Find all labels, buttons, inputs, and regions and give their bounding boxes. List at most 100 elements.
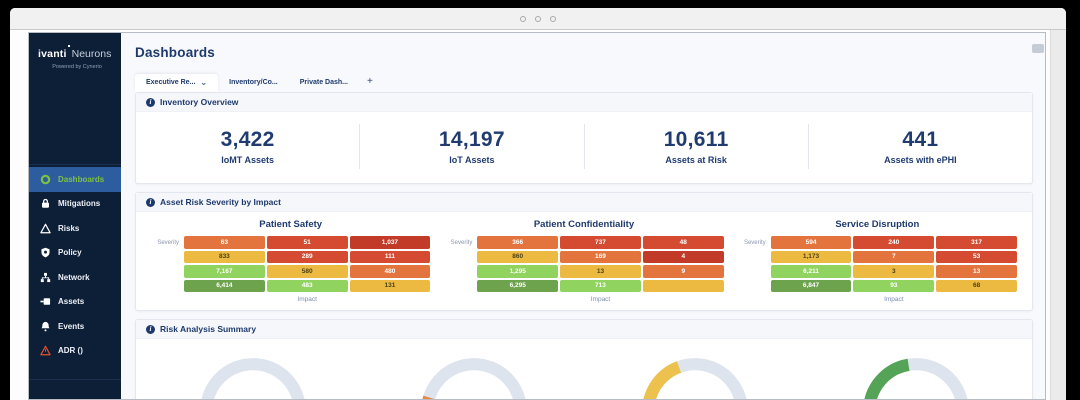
- logo-wordmark: ivanti Neurons: [38, 44, 115, 62]
- heatmap-cell[interactable]: 737: [560, 236, 641, 249]
- heatmap-cell[interactable]: 860: [477, 250, 559, 263]
- inventory-stats: 3,422 IoMT Assets 14,197 IoT Assets 10,611 As…: [136, 112, 1032, 183]
- sidebar-item-mitigations[interactable]: Mitigations: [29, 192, 121, 217]
- impact-axis-label: Impact: [590, 296, 611, 303]
- heatmap-title: Patient Confidentiality: [533, 219, 635, 230]
- heatmap-service-disruption: Service Disruption Severity 594 240 317 1,173…: [731, 219, 1024, 305]
- heatmap-cell[interactable]: 131: [349, 279, 431, 292]
- sidebar-item-events[interactable]: Events: [29, 314, 121, 339]
- stat-iot-assets: 14,197 IoT Assets: [359, 124, 583, 169]
- heatmap-cell[interactable]: 289: [266, 250, 348, 263]
- heatmap-cell[interactable]: 833: [184, 250, 265, 263]
- heatmap-cell[interactable]: 7: [853, 250, 935, 263]
- heatmap-cell[interactable]: 13: [936, 265, 1017, 278]
- browser-window: ivanti Neurons Powered by Cynerio Dashboa…: [10, 8, 1066, 400]
- heatmap-cell[interactable]: 3: [853, 265, 935, 278]
- info-icon: i: [146, 197, 155, 207]
- heatmap-cell[interactable]: 1,037: [349, 236, 431, 249]
- sidebar-item-policy[interactable]: Policy: [29, 241, 121, 266]
- section-title: Inventory Overview: [160, 97, 239, 107]
- sidebar-item-label: Network: [58, 272, 90, 282]
- heatmap-cell[interactable]: 13: [560, 265, 641, 278]
- sidebar-nav: Dashboards Mitigations Risks Policy Network A…: [29, 164, 121, 363]
- tab-private-dash[interactable]: Private Dash...: [289, 74, 359, 92]
- heatmap-row: Patient Safety Severity 63 51 1,037 833 289 111…: [136, 212, 1032, 310]
- info-icon: i: [146, 97, 155, 107]
- heatmap-cell[interactable]: 9: [642, 265, 724, 278]
- logo-dot: [67, 45, 70, 47]
- inventory-overview-header: i Inventory Overview: [136, 93, 1032, 112]
- sidebar-item-label: Events: [58, 321, 85, 331]
- tab-executive-re[interactable]: Executive Re... ⌄: [135, 74, 219, 92]
- heatmap-cell[interactable]: 594: [770, 236, 852, 249]
- window-control-dot: [520, 15, 526, 22]
- heatmap-cell[interactable]: 480: [349, 265, 431, 278]
- severity-axis-label: Severity: [450, 240, 473, 246]
- device-icon: [40, 296, 51, 307]
- stat-assets-at-risk: 10,611 Assets at Risk: [583, 124, 808, 169]
- chat-bubble-icon[interactable]: [1032, 44, 1044, 53]
- stat-value: 3,422: [220, 128, 275, 151]
- heatmap-cell[interactable]: 53: [936, 250, 1017, 263]
- heatmap-cell[interactable]: 93: [853, 279, 935, 292]
- tab-label: Executive Re...: [146, 79, 196, 86]
- add-tab-button[interactable]: +: [359, 72, 381, 92]
- sidebar-item-risks[interactable]: Risks: [29, 216, 121, 241]
- logo-ivanti: ivanti: [38, 48, 67, 60]
- sidebar-item-network[interactable]: Network: [29, 265, 121, 290]
- sidebar-item-assets[interactable]: Assets: [29, 290, 121, 315]
- stat-label: Assets with ePHI: [884, 155, 957, 165]
- dashboard-icon: [40, 174, 51, 185]
- heatmap-cell[interactable]: 1,295: [477, 265, 559, 278]
- heatmap-cell[interactable]: 51: [266, 236, 348, 249]
- bell-icon: [40, 321, 51, 332]
- stat-label: Assets at Risk: [665, 155, 727, 165]
- heatmap-cell[interactable]: 713: [560, 279, 641, 292]
- main-content: Dashboards Executive Re... ⌄ Inventory/Co.…: [121, 33, 1045, 399]
- heatmap-cell[interactable]: 68: [936, 279, 1017, 292]
- heatmap-cell[interactable]: 580: [266, 265, 348, 278]
- gauge-high: 3,6420HIGH38,983: [363, 352, 584, 399]
- heatmap-cell[interactable]: 6,295: [477, 279, 559, 292]
- heatmap-cell[interactable]: [642, 279, 724, 292]
- logo-subtitle: Powered by Cynerio: [52, 64, 102, 70]
- heatmap-cell[interactable]: 317: [936, 236, 1017, 249]
- heatmap-title: Patient Safety: [259, 219, 323, 230]
- tab-label: Private Dash...: [299, 79, 348, 86]
- stat-value: 10,611: [663, 128, 729, 151]
- tab-label: +: [367, 76, 373, 87]
- heatmap-cell[interactable]: 4: [642, 250, 724, 263]
- heatmap-cell[interactable]: 7,167: [184, 265, 265, 278]
- page-title: Dashboards: [135, 45, 216, 60]
- gauge-arc: [201, 358, 304, 399]
- gauge-medium: 15,1390MEDIUM38,983: [584, 352, 805, 399]
- severity-axis-label: Severity: [157, 240, 179, 246]
- severity-axis-label: Severity: [743, 240, 766, 246]
- shield-icon: [40, 247, 51, 258]
- heatmap-cell[interactable]: 483: [266, 279, 348, 292]
- heatmap-cell[interactable]: 169: [560, 250, 641, 263]
- heatmap-cell[interactable]: 48: [642, 236, 724, 249]
- app-window: ivanti Neurons Powered by Cynerio Dashboa…: [28, 32, 1046, 400]
- tab-inventory-co[interactable]: Inventory/Co...: [218, 74, 289, 92]
- sidebar-item-label: Assets: [58, 297, 85, 307]
- heatmap-cell[interactable]: 366: [477, 236, 559, 249]
- heatmap-cell[interactable]: 1,173: [770, 250, 852, 263]
- heatmap-cell[interactable]: 111: [349, 250, 431, 263]
- heatmap-cell[interactable]: 6,847: [770, 279, 852, 292]
- sidebar-item-adr[interactable]: ADR (): [29, 339, 121, 364]
- gauge-row: 2,7110CRITICAL38,9833,6420HIGH38,98315,1…: [136, 339, 1032, 399]
- heatmap-grid: 63 51 1,037 833 289 111 7,167 580 480 6,414 483 131: [184, 236, 431, 292]
- sidebar-item-dashboards[interactable]: Dashboards: [29, 167, 121, 192]
- heatmap-cell[interactable]: 240: [853, 236, 935, 249]
- sidebar-item-label: Risks: [58, 223, 80, 233]
- heatmap-cell[interactable]: 6,211: [770, 265, 852, 278]
- window-edge: [1050, 30, 1066, 400]
- asset-risk-severity-header: i Asset Risk Severity by Impact: [136, 193, 1032, 212]
- heatmap-cell[interactable]: 63: [184, 236, 265, 249]
- info-icon: i: [146, 324, 155, 334]
- screen: { "sidebar": { "logo_primary": "ivanti",…: [0, 0, 1080, 400]
- heatmap-cell[interactable]: 6,414: [184, 279, 265, 292]
- warning-triangle-icon: [40, 223, 51, 234]
- page-header: Dashboards: [135, 33, 1044, 60]
